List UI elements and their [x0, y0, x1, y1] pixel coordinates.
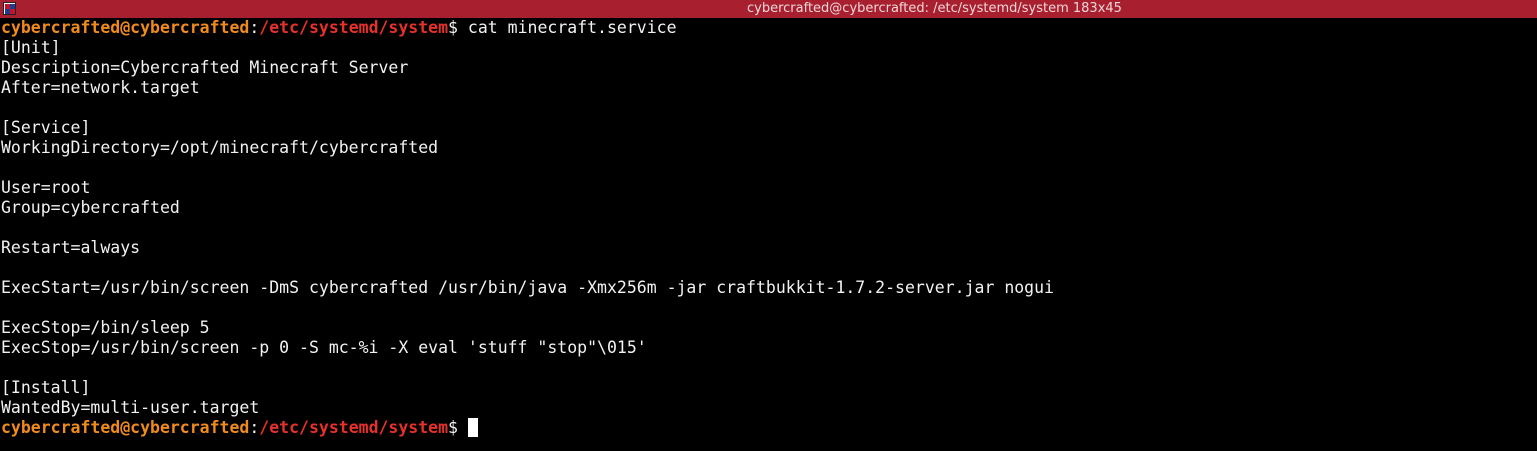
window-title: cybercrafted@cybercrafted: /etc/systemd/…	[747, 1, 1122, 16]
text-cursor[interactable]	[467, 418, 478, 437]
terminal-window: cybercrafted@cybercrafted: /etc/systemd/…	[0, 0, 1537, 451]
prompt-separator: :	[249, 418, 260, 437]
output-line: Description=Cybercrafted Minecraft Serve…	[1, 58, 409, 77]
prompt-user: cybercrafted@cybercrafted	[1, 18, 250, 37]
title-bar[interactable]: cybercrafted@cybercrafted: /etc/systemd/…	[0, 0, 1537, 18]
terminal-output-area[interactable]: cybercrafted@cybercrafted:/etc/systemd/s…	[1, 18, 1537, 451]
output-line: Restart=always	[1, 238, 141, 257]
output-line: User=root	[1, 178, 91, 197]
prompt-sign: $	[448, 18, 468, 37]
command-line: cybercrafted@cybercrafted:/etc/systemd/s…	[1, 18, 1537, 38]
output-line: ExecStop=/bin/sleep 5	[1, 318, 210, 337]
terminal-app-icon[interactable]	[3, 2, 16, 15]
prompt-path: /etc/systemd/system	[259, 18, 449, 37]
output-line: [Unit]	[1, 38, 61, 57]
output-line: ExecStop=/usr/bin/screen -p 0 -S mc-%i -…	[1, 338, 647, 357]
output-line: WantedBy=multi-user.target	[1, 398, 260, 417]
output-line: Group=cybercrafted	[1, 198, 180, 217]
prompt-separator: :	[249, 18, 260, 37]
command-text: cat minecraft.service	[467, 18, 677, 37]
prompt-user: cybercrafted@cybercrafted	[1, 418, 250, 437]
active-prompt-line[interactable]: cybercrafted@cybercrafted:/etc/systemd/s…	[1, 418, 1537, 438]
output-line: ExecStart=/usr/bin/screen -DmS cybercraf…	[1, 278, 1054, 297]
output-line: [Service]	[1, 118, 91, 137]
prompt-path: /etc/systemd/system	[259, 418, 449, 437]
output-line: After=network.target	[1, 78, 200, 97]
output-line: [Install]	[1, 378, 91, 397]
output-line: WorkingDirectory=/opt/minecraft/cybercra…	[1, 138, 439, 157]
prompt-sign: $	[448, 418, 468, 437]
